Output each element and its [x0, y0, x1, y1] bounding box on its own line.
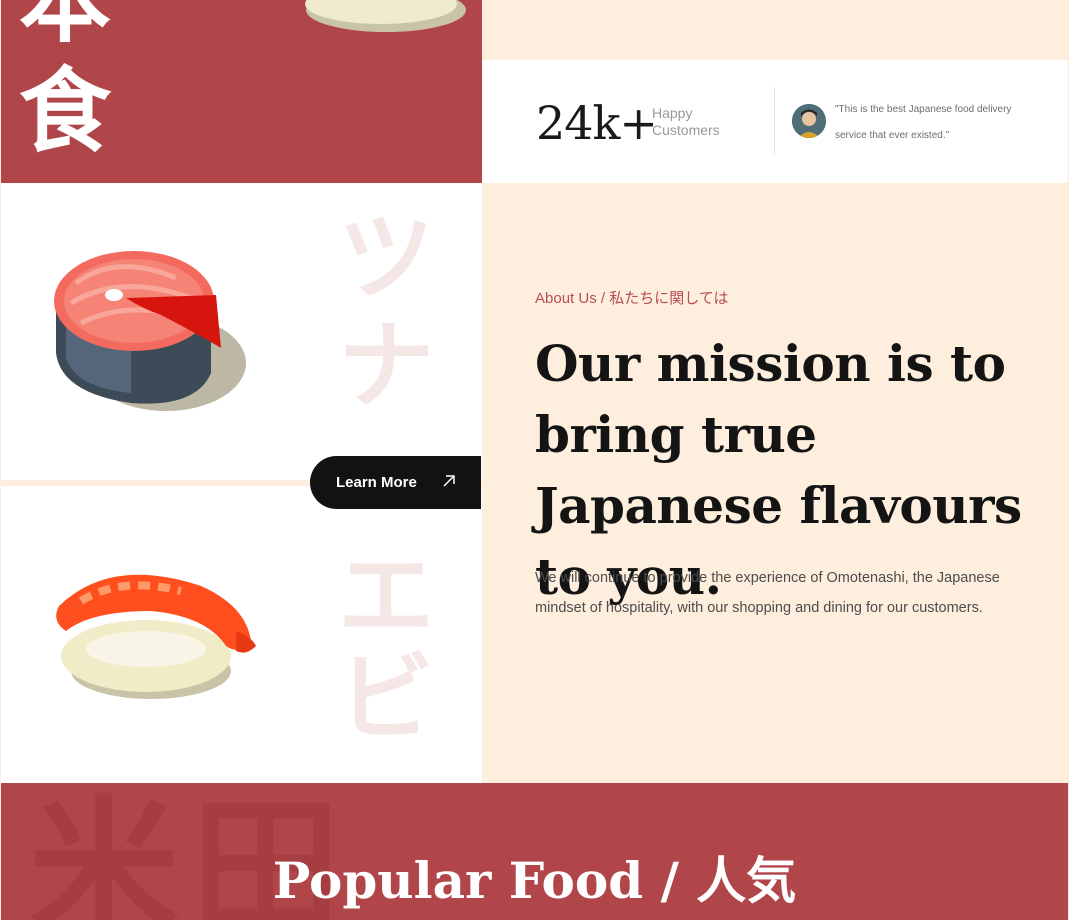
stats-divider — [774, 87, 775, 155]
hero-kanji-top: 本 — [19, 0, 112, 55]
shrimp-nigiri-image — [56, 574, 256, 699]
avatar-person-icon — [792, 104, 826, 138]
cream-top-strip — [482, 0, 1069, 60]
customer-count: 24k+ — [536, 96, 658, 150]
popular-food-title: Popular Food / 人気 — [1, 841, 1068, 913]
tuna-katakana-1: ツ — [338, 202, 434, 314]
learn-more-label: Learn More — [336, 474, 417, 491]
customer-count-label: Happy Customers — [652, 105, 720, 139]
shrimp-sushi-image — [305, 0, 466, 32]
shrimp-katakana-2: ビ — [338, 642, 434, 754]
customer-label-line1: Happy — [652, 105, 693, 121]
mission-description: We will continue to provide the experien… — [535, 570, 1000, 616]
testimonial-quote: "This is the best Japanese food delivery… — [835, 104, 1012, 141]
tuna-steak-image — [54, 251, 246, 411]
avatar — [792, 104, 826, 138]
popular-food-section: 米 田 Popular Food / 人気 — [1, 783, 1068, 920]
popular-title-en: Popular Food / — [272, 851, 697, 910]
learn-more-button[interactable]: Learn More — [310, 456, 481, 509]
hero-kanji-bottom: 食 — [19, 58, 112, 165]
stats-card: 24k+ Happy Customers "This is the best J… — [482, 60, 1068, 183]
tuna-katakana-2: ナ — [338, 310, 434, 422]
customer-label-line2: Customers — [652, 122, 720, 138]
about-eyebrow: About Us / 私たちに関しては — [535, 290, 729, 307]
hero-red-block: 本 食 — [1, 0, 482, 183]
arrow-up-right-icon — [443, 475, 455, 487]
shrimp-katakana-1: エ — [338, 540, 434, 652]
popular-title-jp: 人気 — [696, 852, 797, 910]
